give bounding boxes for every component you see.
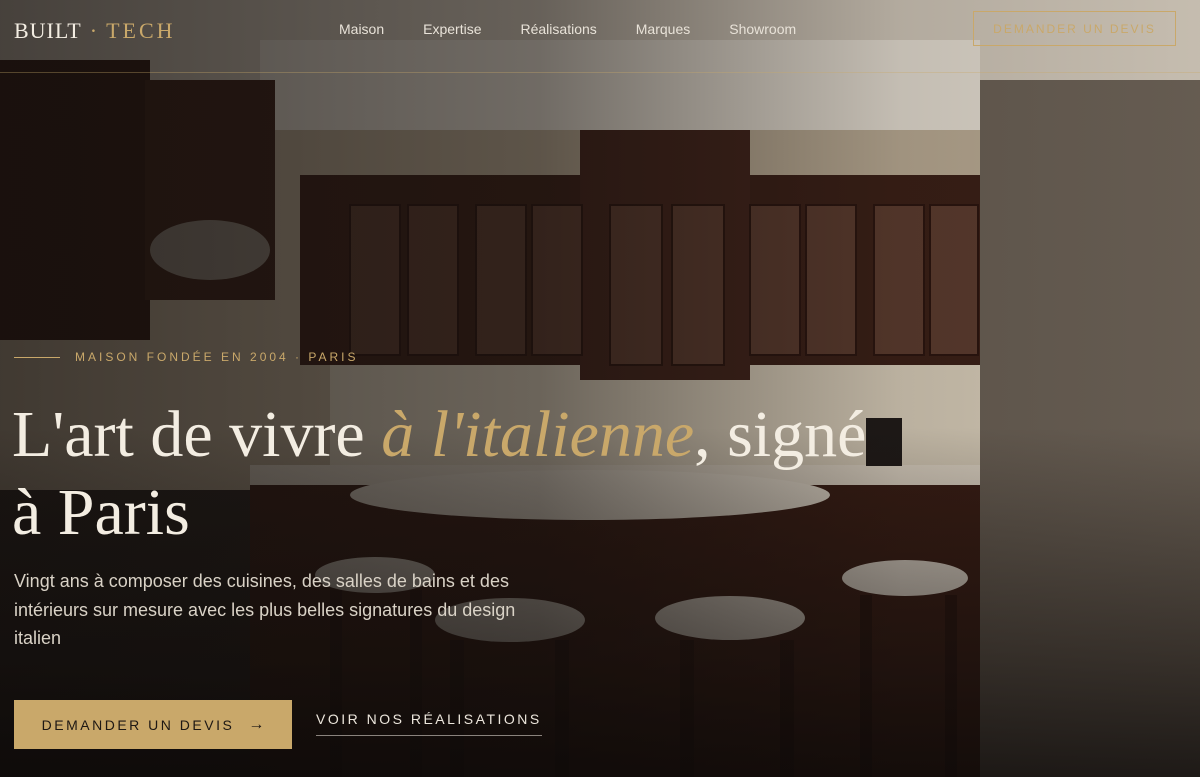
logo-separator: ·: [89, 18, 99, 43]
site-header: BUILT · TECH Maison Expertise Réalisations…: [0, 0, 1200, 73]
hero-title-part1: L'art de vivre: [12, 398, 382, 471]
main-nav: Maison Expertise Réalisations Marques Sh…: [339, 21, 796, 37]
logo-text-built: BUILT: [14, 18, 82, 43]
eyebrow-text: MAISON FONDÉE EN 2004 · PARIS: [75, 350, 359, 364]
nav-link-showroom[interactable]: Showroom: [729, 21, 796, 37]
eyebrow-rule: [14, 356, 60, 358]
hero-lead: Vingt ans à composer des cuisines, des s…: [14, 571, 516, 648]
nav-link-marques[interactable]: Marques: [636, 21, 690, 37]
hero-quote-button-label: DEMANDER UN DEVIS: [41, 716, 235, 733]
hero-quote-button[interactable]: DEMANDER UN DEVIS →: [14, 700, 292, 749]
logo-text-tech: TECH: [106, 18, 176, 43]
arrow-right-icon: →: [248, 715, 265, 733]
header-quote-button[interactable]: DEMANDER UN DEVIS: [973, 11, 1176, 46]
nav-link-realisations[interactable]: Réalisations: [521, 21, 597, 37]
view-projects-link[interactable]: VOIR NOS RÉALISATIONS: [316, 711, 542, 736]
hero-title: L'art de vivre à l'italienne, signé à Pa…: [12, 396, 912, 552]
hero-overlay-bottom: [0, 0, 1200, 777]
hero-eyebrow: MAISON FONDÉE EN 2004 · PARIS: [14, 350, 359, 364]
nav-link-expertise[interactable]: Expertise: [423, 21, 481, 37]
nav-link-maison[interactable]: Maison: [339, 21, 384, 37]
brand-logo[interactable]: BUILT · TECH: [14, 18, 176, 44]
hero-title-accent: à l'italienne: [381, 398, 695, 471]
